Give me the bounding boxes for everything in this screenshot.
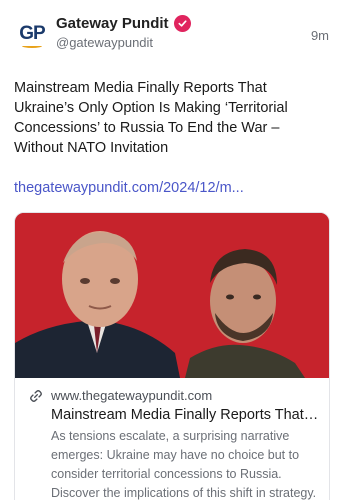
preview-image[interactable]	[15, 213, 329, 378]
link-preview-card[interactable]: www.thegatewaypundit.com Mainstream Medi…	[14, 212, 330, 500]
post-text: Mainstream Media Finally Reports That Uk…	[14, 80, 288, 156]
preview-description: As tensions escalate, a surprising narra…	[51, 429, 317, 500]
avatar-logo-text: GP	[19, 23, 45, 44]
verified-badge-icon	[173, 15, 191, 32]
post-link[interactable]: thegatewaypundit.com/2024/12/m...	[14, 180, 329, 196]
avatar[interactable]: GP	[14, 16, 50, 52]
author-block: Gateway Pundit @gatewaypundit	[56, 12, 311, 50]
author-display-name[interactable]: Gateway Pundit	[56, 15, 169, 32]
link-icon	[29, 389, 43, 403]
logo-swoosh	[22, 44, 42, 48]
post-header: GP Gateway Pundit @gatewaypundit 9m	[14, 12, 329, 62]
preview-photo-illustration	[15, 213, 329, 378]
post-card[interactable]: GP Gateway Pundit @gatewaypundit 9m Main…	[0, 0, 343, 500]
author-handle[interactable]: @gatewaypundit	[56, 35, 311, 50]
preview-domain: www.thegatewaypundit.com	[51, 388, 213, 403]
preview-title[interactable]: Mainstream Media Finally Reports That Uk…	[29, 407, 319, 423]
preview-info: www.thegatewaypundit.com Mainstream Medi…	[15, 378, 329, 500]
post-timestamp[interactable]: 9m	[311, 12, 329, 43]
